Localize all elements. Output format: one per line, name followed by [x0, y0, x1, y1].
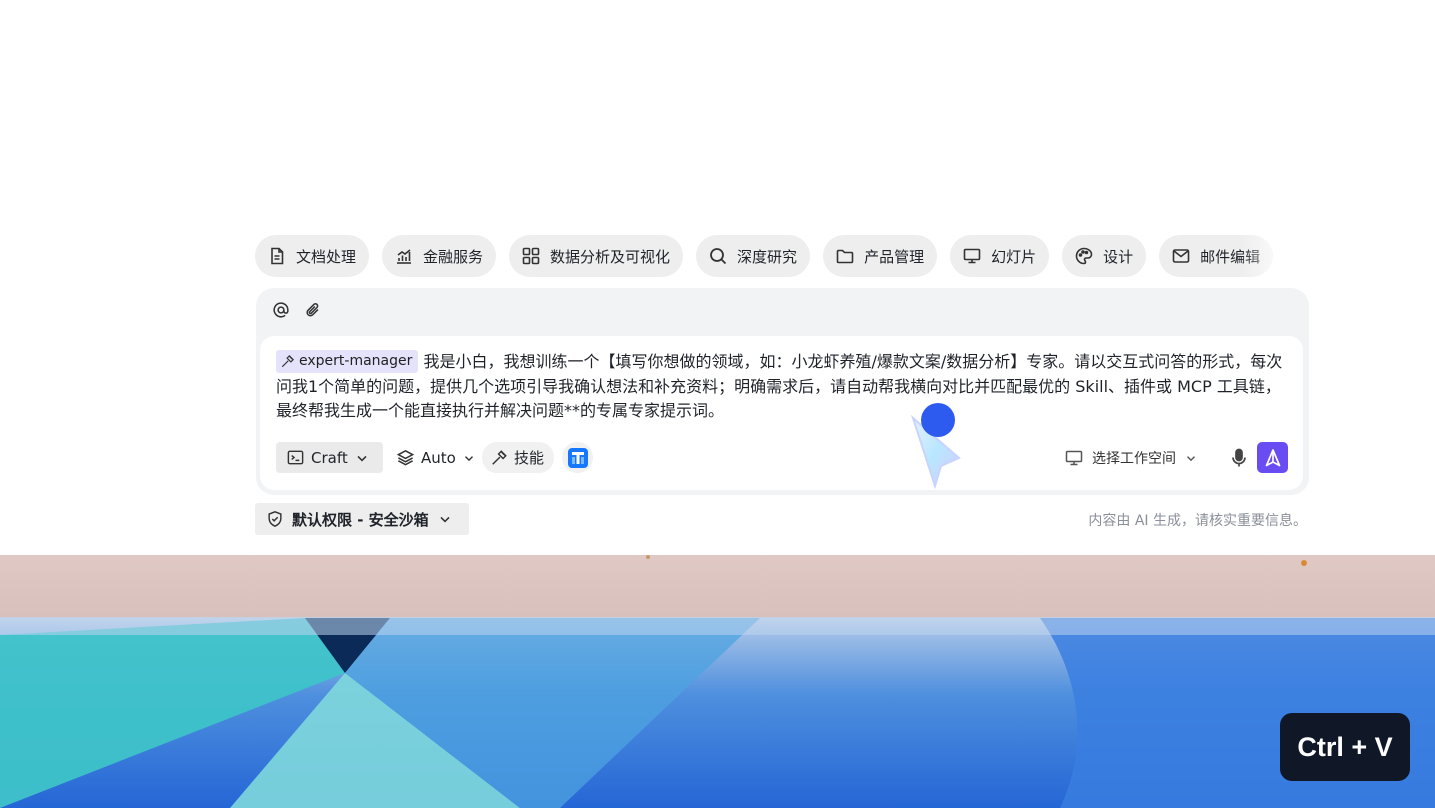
document-icon — [271, 247, 284, 265]
chip-label: 邮件编辑 — [1200, 247, 1261, 266]
palette-icon — [1075, 247, 1093, 265]
keyboard-shortcut-badge: Ctrl + V — [1280, 713, 1410, 781]
chip-document[interactable]: 文档处理 — [255, 235, 370, 277]
shield-check-icon — [268, 511, 282, 527]
monitor-icon — [1065, 450, 1083, 465]
chevron-down-icon — [1187, 455, 1195, 461]
chip-data-analysis[interactable]: 数据分析及可视化 — [509, 235, 684, 277]
terminal-icon — [287, 450, 304, 465]
skill-tag-label: expert-manager — [299, 353, 413, 370]
chip-product-management[interactable]: 产品管理 — [823, 235, 938, 277]
microphone-icon — [1232, 448, 1246, 466]
workspace-selector[interactable]: 选择工作空间 — [1064, 442, 1198, 473]
paperclip-icon — [306, 303, 319, 317]
mode-selector[interactable]: Craft — [276, 442, 383, 473]
chip-label: 深度研究 — [737, 247, 798, 266]
brand-logo-icon — [567, 447, 588, 468]
chip-label: 数据分析及可视化 — [550, 247, 671, 266]
model-selector[interactable]: Auto — [396, 442, 476, 473]
chip-label: 幻灯片 — [991, 247, 1037, 266]
skills-label: 技能 — [514, 449, 545, 467]
suggestion-chips: 文档处理 金融服务 数据分析及可视化 深度研究 产品管理 幻灯片 设计 邮件编辑 — [255, 235, 1300, 279]
composer-top-tools — [272, 301, 322, 323]
chevron-down-icon — [440, 516, 450, 523]
composer: expert-manager 我是小白，我想训练一个【填写你想做的领域，如：小龙… — [256, 288, 1309, 495]
hammer-icon — [492, 449, 507, 465]
ai-disclaimer: 内容由 AI 生成，请核实重要信息。 — [1088, 513, 1307, 529]
search-icon — [710, 248, 727, 265]
mention-button[interactable] — [272, 301, 290, 323]
attach-button[interactable] — [304, 301, 322, 323]
mail-icon — [1172, 249, 1190, 263]
finance-chart-icon — [397, 249, 412, 264]
chip-label: 产品管理 — [864, 247, 925, 266]
voice-input-button[interactable] — [1226, 444, 1252, 471]
mode-label: Craft — [311, 448, 348, 467]
at-sign-icon — [273, 302, 289, 318]
layers-icon — [396, 449, 415, 466]
permission-label: 默认权限 - 安全沙箱 — [292, 510, 429, 529]
monitor-icon — [963, 248, 981, 264]
desktop-wallpaper — [0, 555, 1435, 808]
composer-toolbar: Craft Auto 技能 选择工作空间 — [276, 442, 1288, 474]
chip-slides[interactable]: 幻灯片 — [950, 235, 1050, 277]
hammer-icon — [281, 355, 294, 368]
chip-email[interactable]: 邮件编辑 — [1159, 235, 1274, 277]
chevron-down-icon — [357, 455, 367, 462]
prompt-message: 我是小白，我想训练一个【填写你想做的领域，如：小龙虾养殖/爆款文案/数据分析】专… — [276, 352, 1283, 420]
chip-label: 金融服务 — [423, 247, 484, 266]
plugin-button[interactable] — [562, 442, 593, 473]
wallpaper-pattern — [0, 555, 1435, 808]
grid-icon — [522, 247, 540, 265]
workspace-label: 选择工作空间 — [1092, 450, 1176, 467]
mouse-cursor — [910, 403, 961, 490]
permission-selector[interactable]: 默认权限 - 安全沙箱 — [255, 503, 469, 535]
send-arrow-icon — [1265, 448, 1280, 466]
chip-label: 设计 — [1103, 247, 1134, 266]
send-button[interactable] — [1257, 442, 1288, 473]
folder-icon — [836, 249, 854, 264]
chevron-down-icon — [464, 455, 473, 461]
chip-deep-research[interactable]: 深度研究 — [696, 235, 811, 277]
prompt-input-area[interactable]: expert-manager 我是小白，我想训练一个【填写你想做的领域，如：小龙… — [260, 336, 1303, 490]
chip-label: 文档处理 — [296, 247, 357, 266]
skill-tag[interactable]: expert-manager — [276, 350, 419, 373]
chip-finance[interactable]: 金融服务 — [382, 235, 497, 277]
prompt-text[interactable]: expert-manager 我是小白，我想训练一个【填写你想做的领域，如：小龙… — [276, 350, 1288, 424]
chip-design[interactable]: 设计 — [1062, 235, 1147, 277]
app-window: 文档处理 金融服务 数据分析及可视化 深度研究 产品管理 幻灯片 设计 邮件编辑… — [0, 0, 1435, 555]
skills-button[interactable]: 技能 — [482, 442, 554, 473]
model-label: Auto — [421, 448, 456, 467]
